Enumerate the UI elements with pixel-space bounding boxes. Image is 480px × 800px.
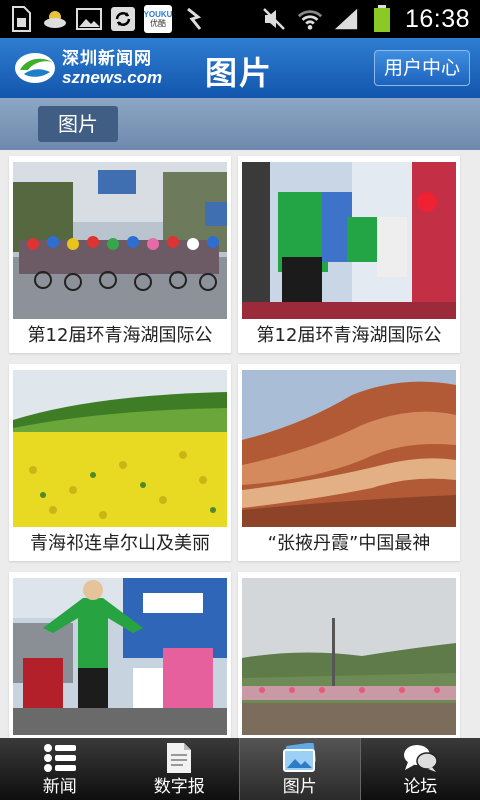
gallery-icon [76, 6, 102, 32]
sim-icon [8, 6, 34, 32]
gallery-caption: 第12届环青海湖国际公 [27, 325, 213, 346]
gallery-caption: 青海祁连卓尔山及美丽 [30, 533, 210, 554]
bottom-nav: 新闻 数字报 图片 论坛 [0, 738, 480, 800]
cyclists-podium-photo [242, 162, 456, 319]
youku-icon: YOUKU 优酷 [144, 5, 172, 33]
youku-cn-text: 优酷 [150, 19, 166, 28]
photo-grid[interactable]: 第12届环青海湖国际公 第12届环青海湖国际公 青海祁连卓尔山及美丽 “张掖丹霞… [0, 150, 480, 738]
gallery-card[interactable]: 青海祁连卓尔山及美丽 [9, 364, 231, 561]
list-icon [42, 742, 78, 774]
gallery-card[interactable]: “张掖丹霞”中国最神 [238, 364, 460, 561]
nav-forum[interactable]: 论坛 [361, 738, 480, 800]
battery-icon [369, 5, 395, 32]
cyclist-winner-photo [13, 578, 227, 735]
tab-pictures[interactable]: 图片 [38, 106, 118, 142]
gallery-card[interactable] [238, 572, 460, 738]
rapeseed-field-photo [13, 370, 227, 527]
clock: 16:38 [404, 4, 470, 33]
nav-forum-label: 论坛 [403, 777, 438, 797]
sync-icon [110, 6, 136, 32]
gallery-caption: “张掖丹霞”中国最神 [267, 533, 431, 554]
logo-cn-text: 深圳新闻网 [62, 48, 152, 69]
gallery-card[interactable]: 第12届环青海湖国际公 [9, 156, 231, 353]
logo-en-text: sznews.com [62, 67, 163, 87]
user-center-button[interactable]: 用户中心 [373, 50, 470, 86]
nav-digital-paper[interactable]: 数字报 [120, 738, 240, 800]
usb-icon [180, 6, 206, 32]
status-bar: YOUKU 优酷 16:38 [0, 0, 480, 38]
gallery-card[interactable]: 第12届环青海湖国际公 [238, 156, 460, 353]
nav-news-label: 新闻 [42, 777, 77, 797]
sub-tab-bar: 图片 [0, 98, 480, 150]
picture-icon [282, 742, 318, 774]
nav-pictures[interactable]: 图片 [239, 738, 361, 800]
newspaper-icon [161, 742, 197, 774]
gallery-card[interactable] [9, 572, 231, 738]
weather-icon [42, 6, 68, 32]
danxia-landform-photo [242, 370, 456, 527]
nav-pictures-label: 图片 [282, 777, 317, 797]
sznews-logo[interactable]: 深圳新闻网 sznews.com [14, 48, 163, 87]
forum-icon [402, 742, 438, 774]
signal-icon [333, 6, 359, 32]
wifi-icon [297, 6, 323, 32]
app-header: 深圳新闻网 sznews.com 图片 用户中心 [0, 38, 480, 98]
gallery-caption: 第12届环青海湖国际公 [256, 325, 442, 346]
nav-news[interactable]: 新闻 [0, 738, 120, 800]
page-title: 图片 [205, 54, 274, 92]
sznews-logo-icon [15, 53, 55, 83]
mute-icon [261, 6, 287, 32]
cycling-race-photo [13, 162, 227, 319]
youku-text: YOUKU [143, 10, 173, 19]
nav-digital-paper-label: 数字报 [153, 777, 205, 797]
grassland-flag-photo [242, 578, 456, 735]
